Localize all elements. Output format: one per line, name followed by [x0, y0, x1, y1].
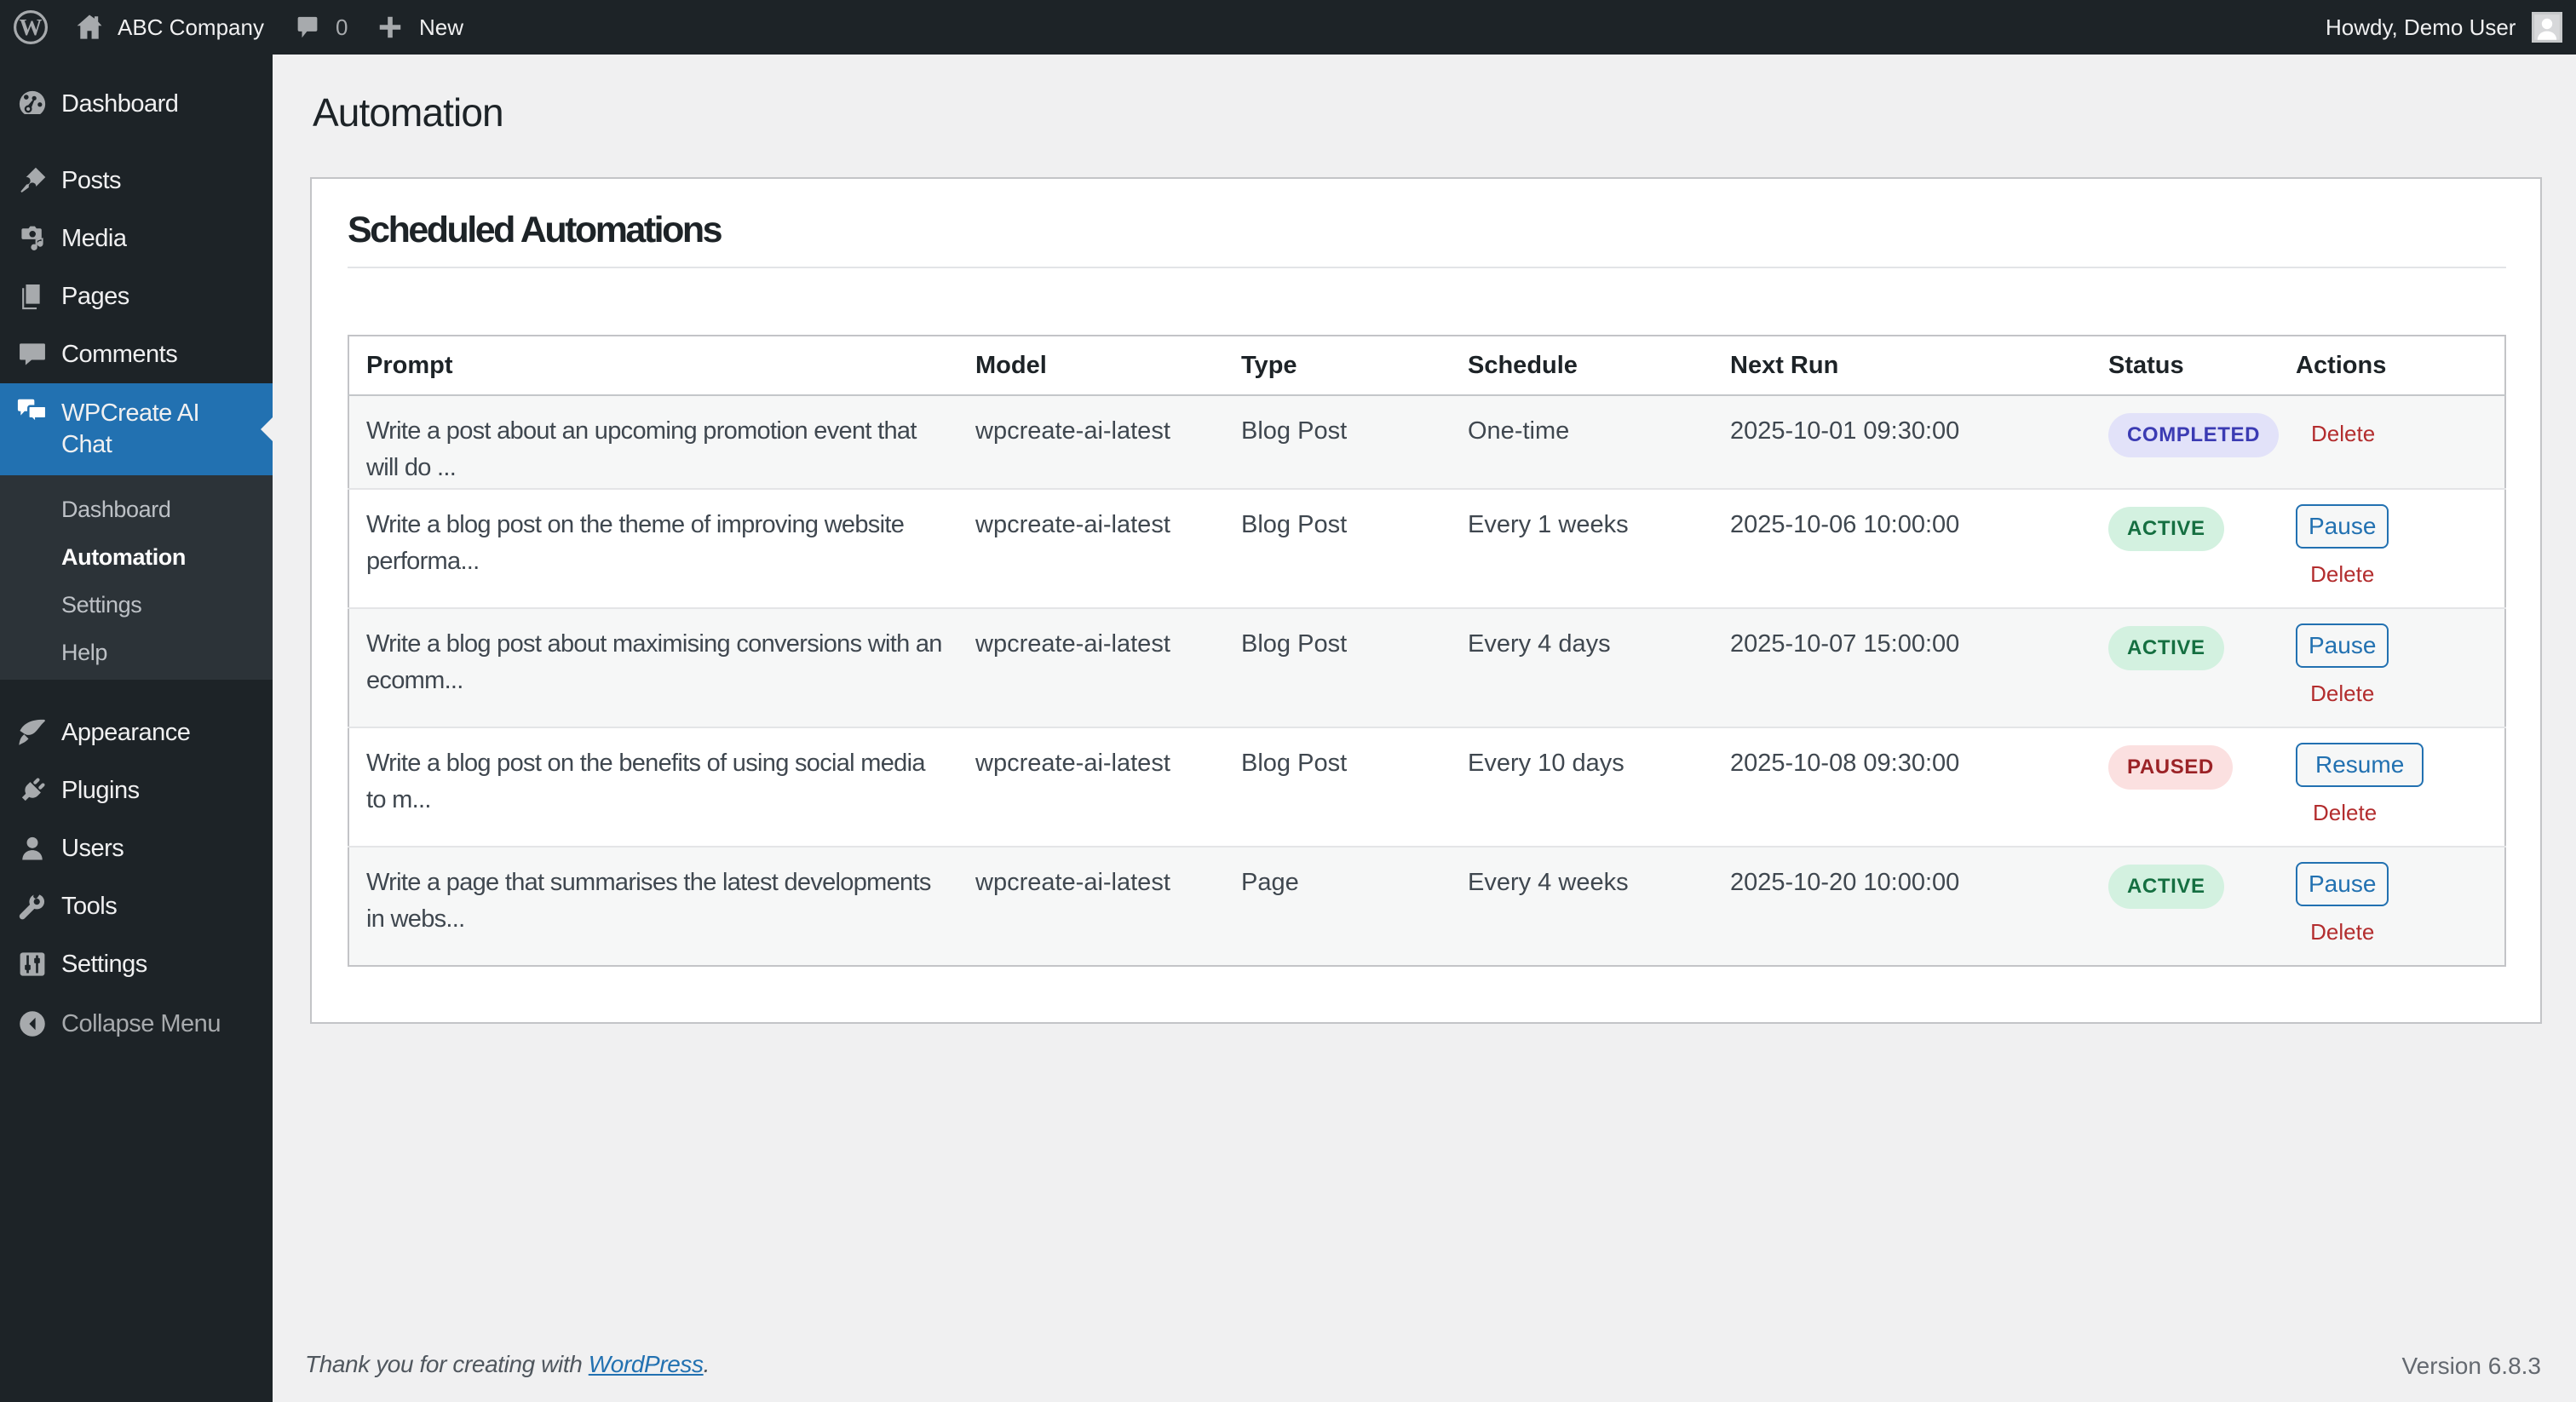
svg-text:W: W [20, 14, 43, 40]
